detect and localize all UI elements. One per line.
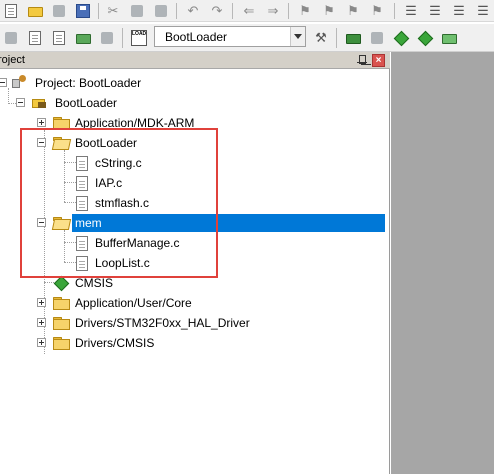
annotation-highlight-box [20,128,218,278]
tree-item-group[interactable]: Drivers/CMSIS [0,334,300,352]
group-label: Drivers/STM32F0xx_HAL_Driver [75,316,250,330]
chevron-down-icon[interactable] [290,27,305,46]
cmsis-component-icon [54,276,68,290]
component-label: CMSIS [75,276,114,290]
editor-area [391,52,494,474]
target-label: BootLoader [55,96,118,110]
tree-item-target[interactable]: BootLoader [0,94,300,112]
stop-build-icon[interactable] [98,29,116,47]
expand-icon[interactable] [37,338,46,347]
paste-icon[interactable] [152,2,170,20]
bookmark-clear-icon[interactable]: ⚑ [368,2,386,20]
group-label: Drivers/CMSIS [75,336,155,350]
pin-icon[interactable] [356,55,368,67]
comment-icon[interactable]: ☰ [450,2,468,20]
batch-build-icon[interactable] [74,29,92,47]
target-icon [32,96,48,110]
folder-icon [53,297,70,310]
group-label: Application/User/Core [75,296,192,310]
expand-icon[interactable] [37,118,46,127]
forward-icon[interactable]: ⇒ [264,2,282,20]
redo-icon[interactable]: ↷ [208,2,226,20]
project-panel-header: roject × [0,52,390,69]
uvision-window: ✂ ↶ ↷ ⇐ ⇒ ⚑ ⚑ ⚑ ⚑ ☰ ☰ ☰ ☰ LOAD BootLoade… [0,0,494,474]
back-icon[interactable]: ⇐ [240,2,258,20]
expand-icon[interactable] [37,318,46,327]
file-toolbar: ✂ ↶ ↷ ⇐ ⇒ ⚑ ⚑ ⚑ ⚑ ☰ ☰ ☰ ☰ [0,0,494,22]
open-folder-icon[interactable] [26,2,44,20]
project-icon [12,75,28,90]
new-file-icon[interactable] [2,2,20,20]
panel-title: roject [0,54,25,66]
select-packs-icon[interactable] [392,29,410,47]
rte-icon[interactable] [440,29,458,47]
rebuild-icon[interactable] [50,29,68,47]
load-label: LOAD [131,30,147,46]
target-select[interactable]: BootLoader [154,26,306,47]
translate-icon[interactable] [2,29,20,47]
tree-item-group[interactable]: Application/User/Core [0,294,300,312]
folder-icon [53,317,70,330]
close-icon[interactable]: × [372,54,385,67]
folder-icon [53,337,70,350]
indent-icon[interactable]: ☰ [402,2,420,20]
pack-installer-icon[interactable] [416,29,434,47]
collapse-icon[interactable] [16,98,25,107]
bookmark-prev-icon[interactable]: ⚑ [320,2,338,20]
undo-icon[interactable]: ↶ [184,2,202,20]
cut-icon[interactable]: ✂ [104,2,122,20]
tree-item-group[interactable]: Drivers/STM32F0xx_HAL_Driver [0,314,300,332]
outdent-icon[interactable]: ☰ [426,2,444,20]
build-icon[interactable] [26,29,44,47]
target-select-value: BootLoader [165,30,228,44]
options-icon[interactable]: ⚒ [312,29,330,47]
collapse-icon[interactable] [0,78,7,87]
bookmark-icon[interactable]: ⚑ [296,2,314,20]
copy-icon[interactable] [128,2,146,20]
tree-item-project[interactable]: Project: BootLoader [0,74,300,92]
manage-components-icon[interactable] [344,29,362,47]
save-all-icon[interactable] [74,2,92,20]
uncomment-icon[interactable]: ☰ [474,2,492,20]
file-extensions-icon[interactable] [368,29,386,47]
save-icon[interactable] [50,2,68,20]
bookmark-next-icon[interactable]: ⚑ [344,2,362,20]
expand-icon[interactable] [37,298,46,307]
download-icon[interactable]: LOAD [130,29,148,47]
project-label: Project: BootLoader [35,76,142,90]
